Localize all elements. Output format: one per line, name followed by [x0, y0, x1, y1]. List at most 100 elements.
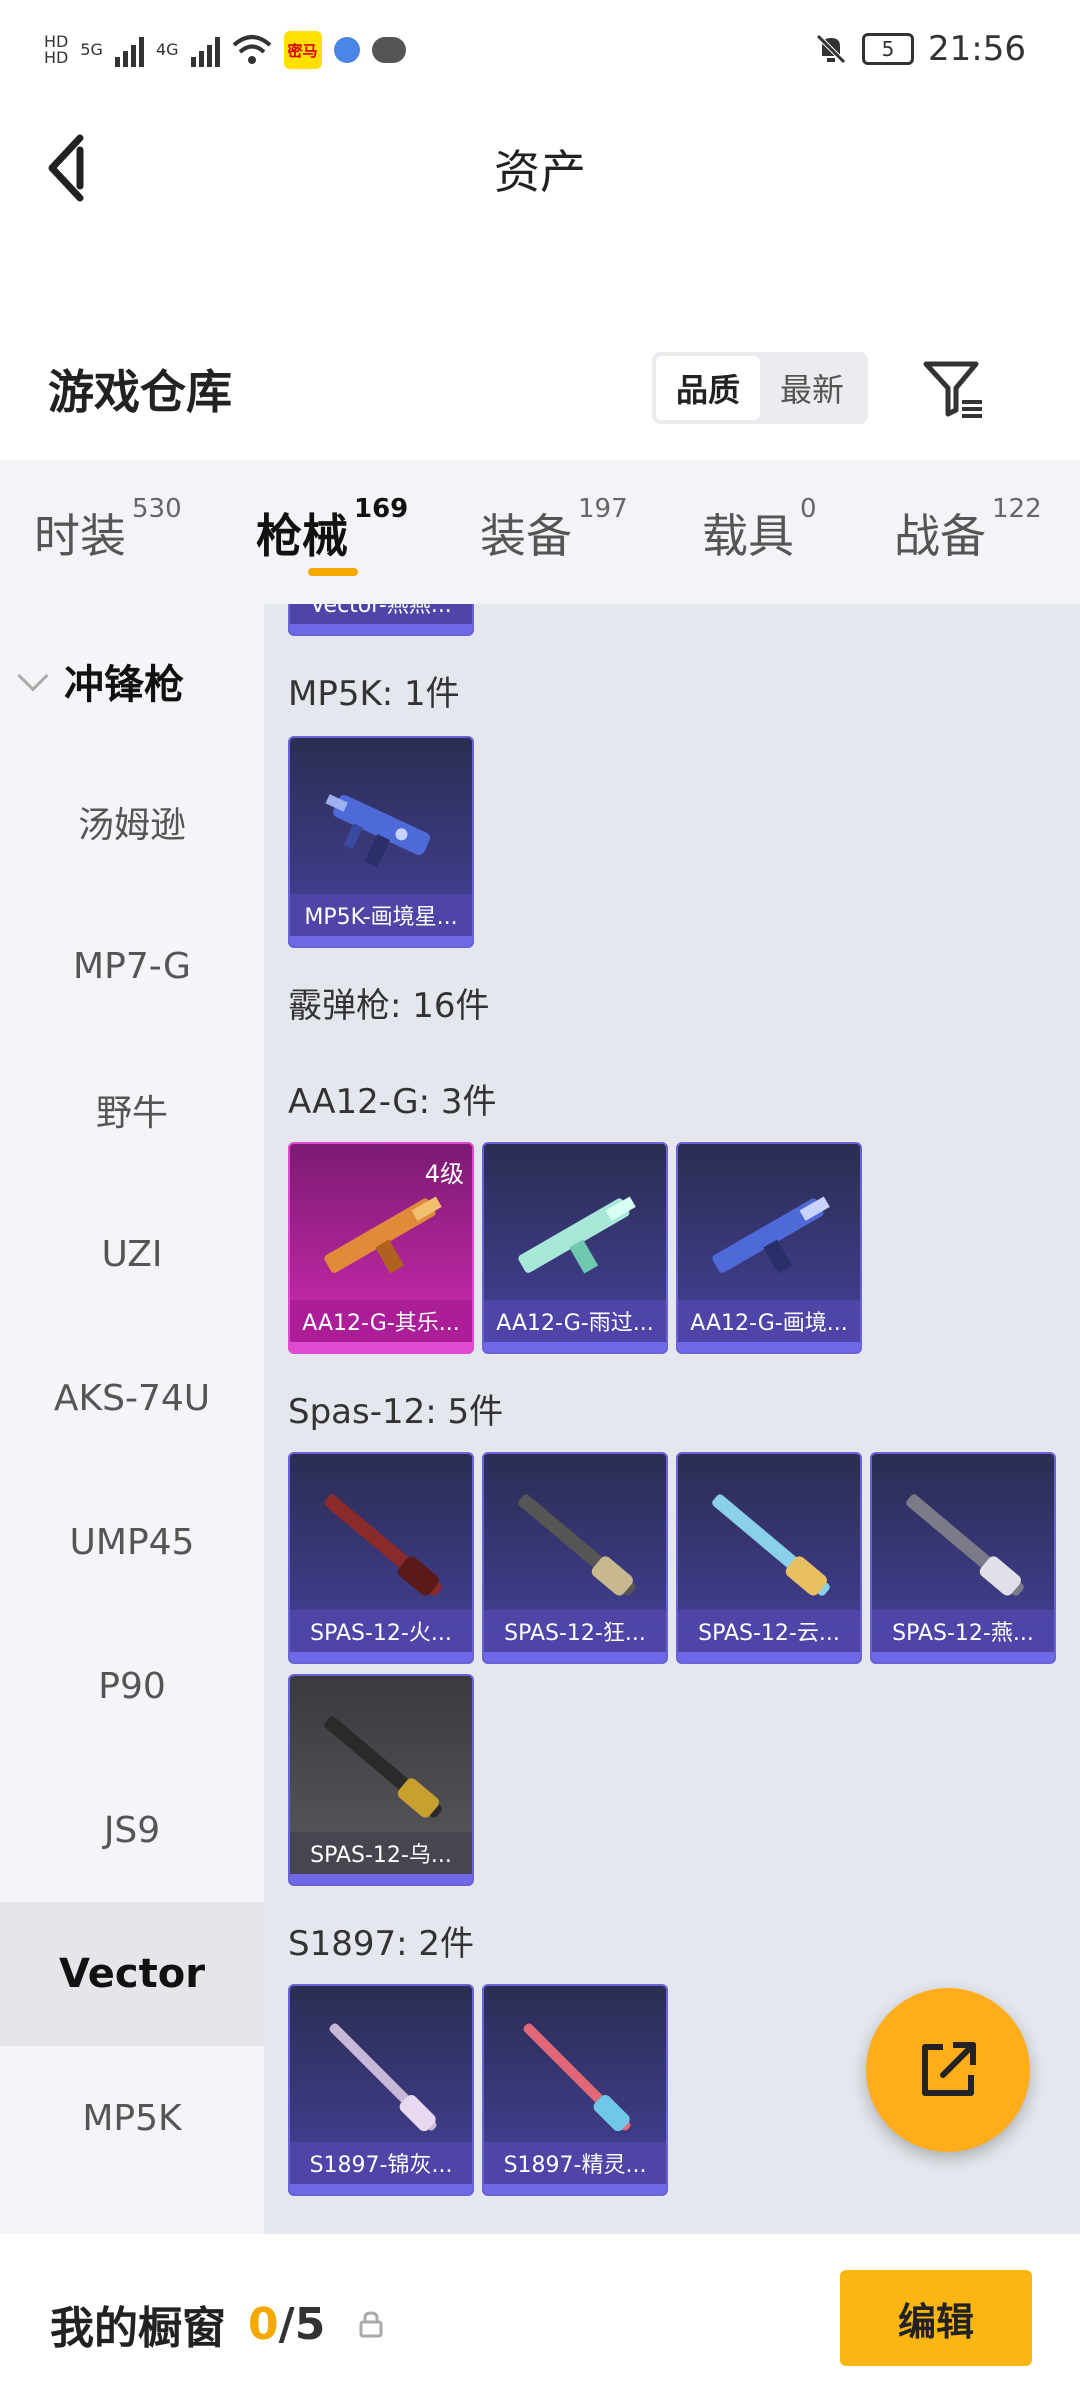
- status-time: 21:56: [928, 29, 1026, 69]
- weapon-card-label: SPAS-12-狂...: [484, 1610, 666, 1652]
- battery-icon: 5: [862, 33, 915, 65]
- weapon-card-label: S1897-锦灰...: [290, 2142, 472, 2184]
- warehouse-title: 游戏仓库: [48, 365, 232, 419]
- weapon-card[interactable]: SPAS-12-云...: [676, 1452, 862, 1664]
- sidebar-item-mp5k[interactable]: MP5K: [0, 2046, 264, 2190]
- sidebar-item-bizon[interactable]: 野牛: [0, 1038, 264, 1182]
- sort-option-latest[interactable]: 最新: [760, 356, 864, 420]
- network-5g-label: 5G: [80, 40, 103, 59]
- weapon-card[interactable]: AA12-G-雨过...: [482, 1142, 668, 1354]
- page-title: 资产: [494, 145, 586, 199]
- chevron-down-icon: [17, 660, 49, 692]
- tab-vehicles[interactable]: 载具 0: [702, 494, 817, 566]
- showcase-count-total: 5: [294, 2298, 326, 2350]
- weapon-card[interactable]: SPAS-12-狂...: [482, 1452, 668, 1664]
- weapon-card-label: SPAS-12-火...: [290, 1610, 472, 1652]
- showcase-count: 0/5: [248, 2299, 325, 2350]
- rarity-bar: [290, 2184, 472, 2194]
- weapon-card-label: SPAS-12-燕...: [872, 1610, 1054, 1652]
- sort-option-quality[interactable]: 品质: [656, 356, 760, 420]
- weapon-card[interactable]: 4级 AA12-G-其乐...: [288, 1142, 474, 1354]
- section-title-spas12: Spas-12: 5件: [288, 1392, 504, 1432]
- rarity-bar: [678, 1342, 860, 1352]
- sidebar-group-smg[interactable]: 冲锋枪: [17, 652, 184, 710]
- status-left: HD HD 5G 4G 密马: [44, 24, 406, 76]
- aa12-weapon-image: [712, 1196, 830, 1274]
- rarity-bar: [872, 1652, 1054, 1662]
- sidebar-item-uzi[interactable]: UZI: [0, 1182, 264, 1326]
- signal-icon-2: [190, 33, 220, 67]
- tab-supplies[interactable]: 战备 122: [894, 494, 1042, 566]
- tab-equipment[interactable]: 装备 197: [480, 494, 628, 566]
- sidebar-item-thompson[interactable]: 汤姆逊: [0, 750, 264, 894]
- spas12-weapon-image: [324, 1716, 442, 1818]
- weapon-card[interactable]: SPAS-12-火...: [288, 1452, 474, 1664]
- app-notification-icon-2: [333, 37, 360, 63]
- showcase-bar: 我的橱窗 0/5 编辑: [0, 2234, 1080, 2400]
- share-fab-button[interactable]: [866, 1988, 1030, 2152]
- sidebar-item-vector[interactable]: Vector: [0, 1902, 264, 2046]
- weapon-card[interactable]: S1897-精灵...: [482, 1984, 668, 2196]
- weapon-card-label: Vector-燕燕...: [290, 604, 472, 624]
- tab-count: 0: [800, 494, 817, 524]
- signal-icon: [114, 33, 144, 67]
- tab-label: 时装: [34, 509, 126, 563]
- sidebar-item-p90[interactable]: P90: [0, 1614, 264, 1758]
- weapon-card[interactable]: SPAS-12-乌...: [288, 1674, 474, 1886]
- tab-count: 169: [354, 494, 409, 524]
- weapon-card-label: SPAS-12-云...: [678, 1610, 860, 1652]
- showcase-info: 我的橱窗 0/5: [50, 2292, 385, 2356]
- tab-firearms[interactable]: 枪械 169: [256, 494, 408, 566]
- section-title-s1897: S1897: 2件: [288, 1924, 475, 1964]
- wifi-icon: [232, 35, 271, 64]
- rarity-bar: [290, 936, 472, 946]
- showcase-count-current: 0: [248, 2298, 279, 2350]
- active-tab-indicator: [308, 568, 358, 576]
- tab-count: 197: [578, 494, 628, 524]
- filter-icon[interactable]: [918, 352, 990, 424]
- sidebar-item-aks74u[interactable]: AKS-74U: [0, 1326, 264, 1470]
- lock-icon: [359, 2311, 383, 2338]
- status-right: 5 21:56: [814, 26, 1026, 72]
- rarity-bar: [484, 1342, 666, 1352]
- rarity-bar: [678, 1652, 860, 1662]
- spas12-weapon-image: [324, 1494, 442, 1596]
- sidebar-item-mp7g[interactable]: MP7-G: [0, 894, 264, 1038]
- mp5k-weapon-image: [325, 794, 430, 868]
- aa12-weapon-image: [518, 1196, 636, 1274]
- weapon-card-label: AA12-G-其乐...: [290, 1300, 472, 1342]
- rarity-bar: [290, 624, 472, 634]
- edit-button[interactable]: 编辑: [840, 2270, 1032, 2366]
- weapon-card-label: AA12-G-画境...: [678, 1300, 860, 1342]
- app-notification-icon: 密马: [283, 31, 322, 69]
- rarity-bar: [290, 1652, 472, 1662]
- showcase-label: 我的橱窗: [50, 2303, 226, 2354]
- mute-bell-icon: [816, 34, 846, 64]
- weapon-card[interactable]: SPAS-12-燕...: [870, 1452, 1056, 1664]
- weapon-card-label: SPAS-12-乌...: [290, 1832, 472, 1874]
- aa12-weapon-image: [324, 1196, 442, 1274]
- sidebar-item-ump45[interactable]: UMP45: [0, 1470, 264, 1614]
- share-external-icon: [922, 2042, 976, 2096]
- weapon-card[interactable]: Vector-燕燕...: [288, 604, 474, 636]
- spas12-weapon-image: [712, 1494, 830, 1596]
- weapon-type-sidebar: 冲锋枪 汤姆逊 MP7-G 野牛 UZI AKS-74U UMP45 P90 J…: [0, 604, 264, 2234]
- tab-count: 122: [992, 494, 1042, 524]
- rarity-bar: [484, 1652, 666, 1662]
- weapon-card[interactable]: MP5K-画境星...: [288, 736, 474, 948]
- showcase-count-sep: /: [278, 2298, 295, 2350]
- network-4g-label: 4G: [155, 40, 179, 59]
- sidebar-item-js9[interactable]: JS9: [0, 1758, 264, 1902]
- sort-toggle: 品质 最新: [652, 352, 868, 424]
- s1897-weapon-image: [523, 2023, 631, 2132]
- rarity-bar: [484, 2184, 666, 2194]
- tab-label: 装备: [480, 509, 572, 563]
- weapon-card[interactable]: S1897-锦灰...: [288, 1984, 474, 2196]
- section-title-mp5k: MP5K: 1件: [288, 674, 460, 714]
- tab-count: 530: [132, 494, 182, 524]
- tab-fashion[interactable]: 时装 530: [34, 494, 182, 566]
- weapon-card-label: MP5K-画境星...: [290, 894, 472, 936]
- rarity-bar: [290, 1342, 472, 1352]
- weapon-card[interactable]: AA12-G-画境...: [676, 1142, 862, 1354]
- weapon-card-label: AA12-G-雨过...: [484, 1300, 666, 1342]
